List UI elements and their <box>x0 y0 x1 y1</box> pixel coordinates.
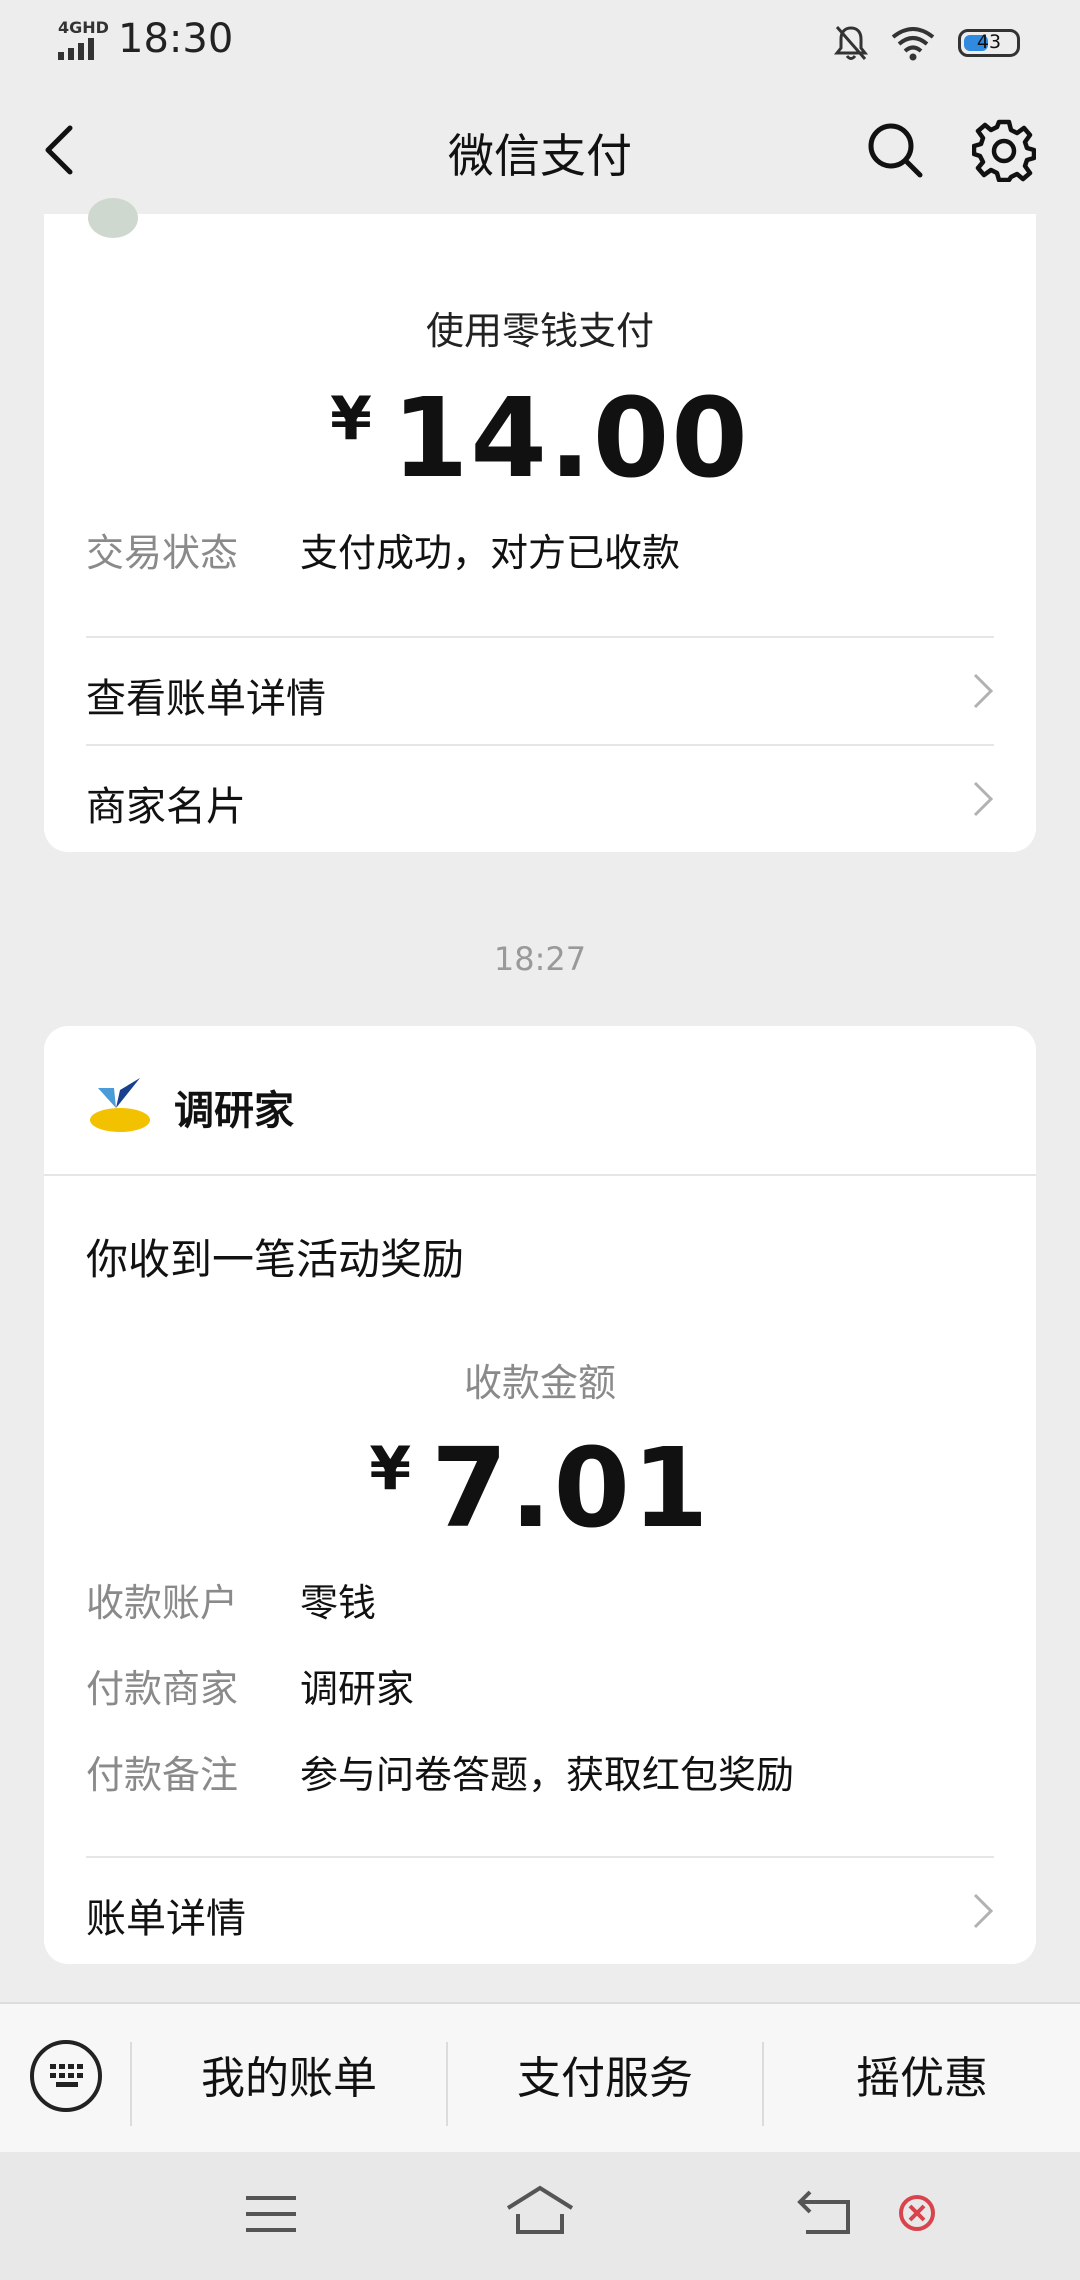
wifi-icon <box>891 27 935 61</box>
reward-title: 你收到一笔活动奖励 <box>86 1235 465 1284</box>
bottom-menu: 我的账单 支付服务 摇优惠 <box>0 2002 1080 2154</box>
row-label: 查看账单详情 <box>86 676 326 722</box>
keyboard-toggle-button[interactable] <box>30 2040 102 2112</box>
merchant-name: 调研家 <box>174 1088 294 1134</box>
payment-amount: ¥14.00 <box>44 374 1036 502</box>
amount-value: 14.00 <box>391 374 750 502</box>
nav-bar: 微信支付 <box>0 84 1080 214</box>
view-bill-details-row[interactable]: 查看账单详情 <box>44 638 1036 744</box>
watermark-logo <box>898 2190 1028 2240</box>
battery-level: 43 <box>976 31 1002 53</box>
detail-label: 付款商家 <box>86 1667 239 1711</box>
chevron-right-icon <box>973 673 994 709</box>
signal-icon <box>58 38 94 60</box>
status-value: 支付成功，对方已收款 <box>300 531 681 575</box>
gear-icon[interactable] <box>972 118 1036 182</box>
detail-label: 收款账户 <box>86 1581 239 1625</box>
message-timestamp: 18:27 <box>493 940 587 978</box>
battery-icon: 43 <box>958 29 1020 57</box>
merchant-logo <box>88 1074 152 1138</box>
avatar <box>88 198 138 238</box>
menu-my-bills[interactable]: 我的账单 <box>132 2004 446 2154</box>
back-icon[interactable] <box>796 2188 852 2236</box>
received-amount: ¥7.01 <box>44 1424 1036 1552</box>
amount-label: 收款金额 <box>463 1361 616 1405</box>
network-type: 4GHD <box>58 18 109 37</box>
payment-card: 使用零钱支付 ¥14.00 交易状态 支付成功，对方已收款 查看账单详情 商家名… <box>44 198 1036 852</box>
detail-label: 付款备注 <box>86 1753 239 1797</box>
row-label: 账单详情 <box>86 1896 246 1942</box>
bill-details-row[interactable]: 账单详情 <box>44 1858 1036 1964</box>
reward-card[interactable]: 调研家 你收到一笔活动奖励 收款金额 ¥7.01 收款账户 零钱 付款商家 调研… <box>44 1026 1036 1964</box>
detail-value: 调研家 <box>300 1667 415 1711</box>
chevron-right-icon <box>973 1893 994 1929</box>
currency-symbol: ¥ <box>330 384 372 454</box>
divider <box>44 1174 1036 1176</box>
search-icon[interactable] <box>865 120 925 180</box>
watermark-icon <box>899 2195 935 2231</box>
mute-bell-icon <box>834 26 868 60</box>
detail-value: 参与问卷答题，获取红包奖励 <box>300 1753 795 1797</box>
merchant-card-row[interactable]: 商家名片 <box>44 746 1036 852</box>
merchant-logo-icon <box>90 1078 150 1132</box>
currency-symbol: ¥ <box>369 1434 412 1504</box>
status-time: 18:30 <box>118 16 234 62</box>
row-label: 商家名片 <box>86 784 246 830</box>
chevron-right-icon <box>973 781 994 817</box>
status-bar: 4GHD 18:30 43 <box>0 0 1080 84</box>
keyboard-icon <box>50 2064 83 2087</box>
status-icons: 43 <box>834 18 1020 68</box>
amount-value: 7.01 <box>431 1424 711 1552</box>
system-nav-bar <box>0 2152 1080 2280</box>
menu-payment-services[interactable]: 支付服务 <box>448 2004 762 2154</box>
menu-icon[interactable] <box>244 2192 298 2236</box>
menu-shake-offers[interactable]: 摇优惠 <box>764 2004 1080 2154</box>
detail-value: 零钱 <box>300 1581 377 1625</box>
home-icon[interactable] <box>504 2184 576 2236</box>
status-label: 交易状态 <box>86 531 239 575</box>
payment-method-heading: 使用零钱支付 <box>425 309 654 353</box>
